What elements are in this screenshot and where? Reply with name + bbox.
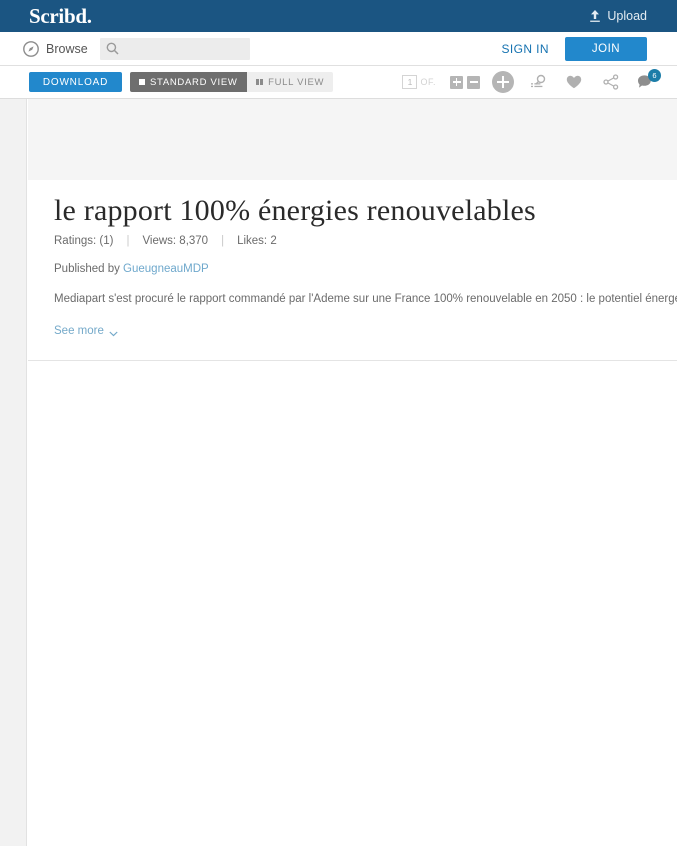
document-description: Mediapart s'est procuré le rapport comma… xyxy=(54,293,677,305)
top-header-bar: Scribd. Upload xyxy=(0,0,677,32)
likes-label: Likes: 2 xyxy=(237,235,277,247)
search-icon xyxy=(106,42,119,55)
upload-arrow-icon xyxy=(589,9,601,23)
compass-icon xyxy=(23,40,39,57)
zoom-out-icon[interactable] xyxy=(467,75,480,89)
single-page-icon xyxy=(139,79,145,85)
chevron-down-icon xyxy=(109,328,118,337)
search-in-document-icon[interactable] xyxy=(530,74,547,90)
sign-in-link[interactable]: SIGN IN xyxy=(502,42,549,56)
page-indicator: OF. xyxy=(402,75,436,89)
published-by-label: Published by xyxy=(54,263,124,275)
standard-view-button[interactable]: STANDARD VIEW xyxy=(130,72,247,92)
standard-view-label: STANDARD VIEW xyxy=(150,76,238,88)
upload-button[interactable]: Upload xyxy=(589,9,647,23)
comment-count-badge: 6 xyxy=(648,69,661,82)
zoom-in-icon[interactable] xyxy=(450,75,463,89)
browse-button[interactable]: Browse xyxy=(23,40,88,57)
upload-label: Upload xyxy=(607,9,647,23)
browse-label: Browse xyxy=(46,41,88,56)
search-box[interactable] xyxy=(99,37,250,60)
stats-separator-1: | xyxy=(126,235,130,247)
document-stats: Ratings: (1) | Views: 8,370 | Likes: 2 xyxy=(54,235,277,247)
scribd-logo[interactable]: Scribd. xyxy=(29,5,92,27)
document-toolbar: DOWNLOAD STANDARD VIEW FULL VIEW OF. xyxy=(0,66,677,99)
double-page-icon xyxy=(255,79,264,85)
published-by-row: Published by GueugneauMDP xyxy=(54,263,209,275)
document-viewer: le rapport 100% énergies renouvelables R… xyxy=(28,99,677,846)
page-total-label: OF. xyxy=(420,77,436,87)
comment-bubble-icon[interactable]: 6 xyxy=(637,69,661,90)
add-to-library-icon[interactable] xyxy=(492,71,514,93)
ratings-label: Ratings: (1) xyxy=(54,235,114,247)
full-view-button[interactable]: FULL VIEW xyxy=(246,72,334,92)
join-button[interactable]: JOIN xyxy=(565,36,647,61)
publisher-link[interactable]: GueugneauMDP xyxy=(123,263,209,275)
page-number-input[interactable] xyxy=(402,75,418,89)
share-icon[interactable] xyxy=(603,74,619,90)
auth-actions: SIGN IN JOIN xyxy=(502,36,647,61)
see-more-button[interactable]: See more xyxy=(54,325,118,337)
full-view-label: FULL VIEW xyxy=(268,76,325,88)
left-rail xyxy=(0,99,27,846)
document-title: le rapport 100% énergies renouvelables xyxy=(54,194,536,227)
secondary-nav-bar: Browse SIGN IN JOIN xyxy=(0,32,677,66)
see-more-label: See more xyxy=(54,325,104,337)
toolbar-right-group: OF. xyxy=(402,69,661,93)
views-label: Views: 8,370 xyxy=(142,235,209,247)
search-input[interactable] xyxy=(118,38,241,59)
viewer-top-spacer xyxy=(28,99,677,180)
download-button[interactable]: DOWNLOAD xyxy=(29,72,122,92)
zoom-controls xyxy=(450,75,480,89)
stats-separator-2: | xyxy=(221,235,225,247)
view-mode-toggle: STANDARD VIEW FULL VIEW xyxy=(130,72,334,92)
document-info-panel: le rapport 100% énergies renouvelables R… xyxy=(28,180,677,361)
document-page-canvas xyxy=(28,361,677,846)
heart-icon[interactable] xyxy=(566,75,582,89)
